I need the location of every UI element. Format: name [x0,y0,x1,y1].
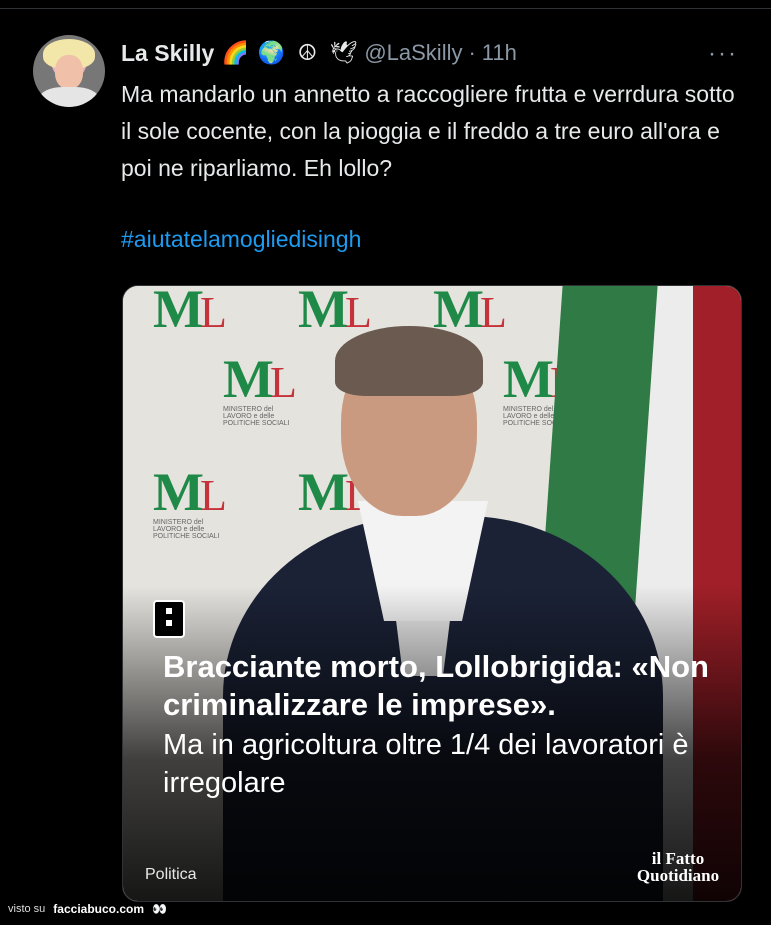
top-divider [0,8,771,9]
watermark-site: facciabuco.com [53,902,144,916]
ministry-logo: ML [298,285,372,339]
globe-icon: 🌍 [257,40,286,65]
dove-icon: 🕊 [329,40,358,65]
user-handle[interactable]: @LaSkilly [364,40,462,66]
rainbow-icon: 🌈 [221,40,250,65]
display-name[interactable]: La Skilly [121,40,214,67]
tweet-header: La Skilly 🌈 🌍 ☮ 🕊 @LaSkilly · 11h [121,36,517,70]
ministry-logo: ML [153,285,227,339]
peace-icon: ☮ [297,40,318,65]
ministry-logo: MLMINISTERO del LAVORO e delle POLITICHE… [223,349,297,427]
timestamp[interactable]: 11h [482,40,517,66]
ministry-logo: MLMINISTERO del LAVORO e delle POLITICHE… [153,462,227,540]
separator: · [468,40,476,65]
hashtag-link[interactable]: #aiutatelamogliedisingh [121,226,361,253]
watermark: visto su facciabuco.com 👀 [8,902,167,916]
article-category: Politica [145,866,197,883]
avatar[interactable] [33,35,105,107]
tweet-text: Ma mandarlo un annetto a raccogliere fru… [121,81,735,181]
watermark-label: visto su [8,903,46,915]
article-headline: Bracciante morto, Lollobrigida: «Non cri… [163,649,709,722]
eyes-icon: 👀 [152,902,167,916]
more-options-icon[interactable]: ··· [708,40,738,68]
article-subline: Ma in agricoltura oltre 1/4 dei lavorato… [163,729,689,799]
media-card[interactable]: ML ML ML ML MINISTERO del LAVORO e delle … [122,285,742,902]
person-hair [335,326,483,396]
publisher-logo: il Fatto Quotidiano [636,849,720,885]
fatto-badge-icon [153,600,185,638]
